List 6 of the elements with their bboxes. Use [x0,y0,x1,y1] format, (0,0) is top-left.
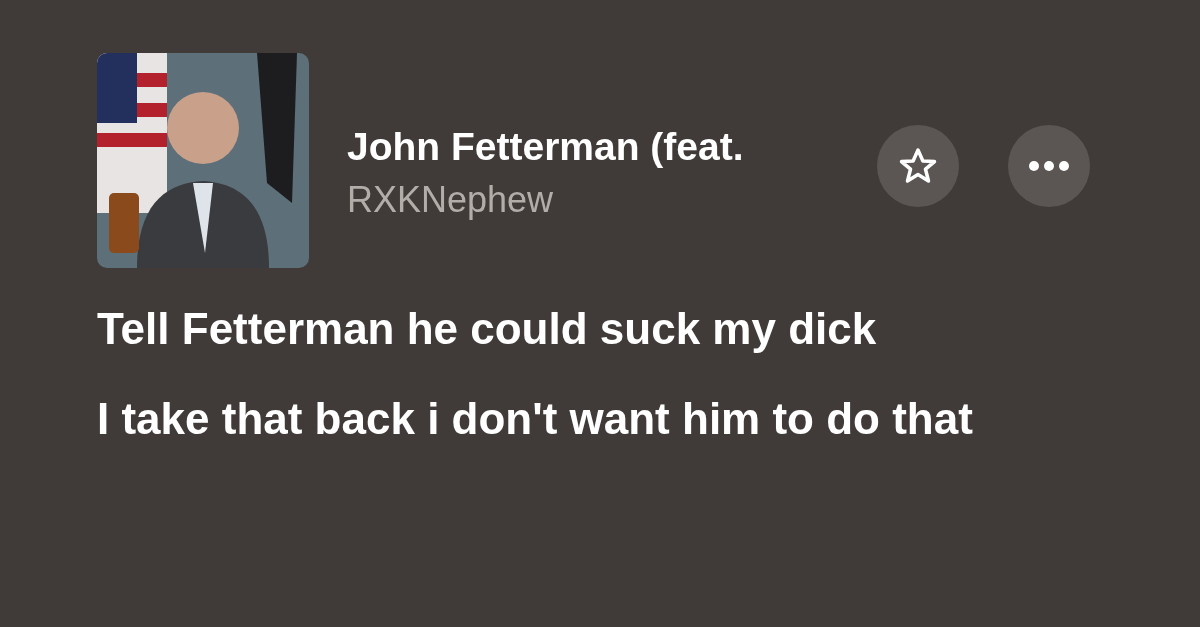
artist-name[interactable]: RXKNephew [347,177,872,223]
lyric-line: Tell Fetterman he could suck my dick [97,303,878,355]
song-title: John Fetterman (feat. [347,124,745,170]
star-icon [898,146,938,185]
lyric-line: I take that back i don't want him to do that [97,393,974,445]
more-icon [1029,160,1069,171]
